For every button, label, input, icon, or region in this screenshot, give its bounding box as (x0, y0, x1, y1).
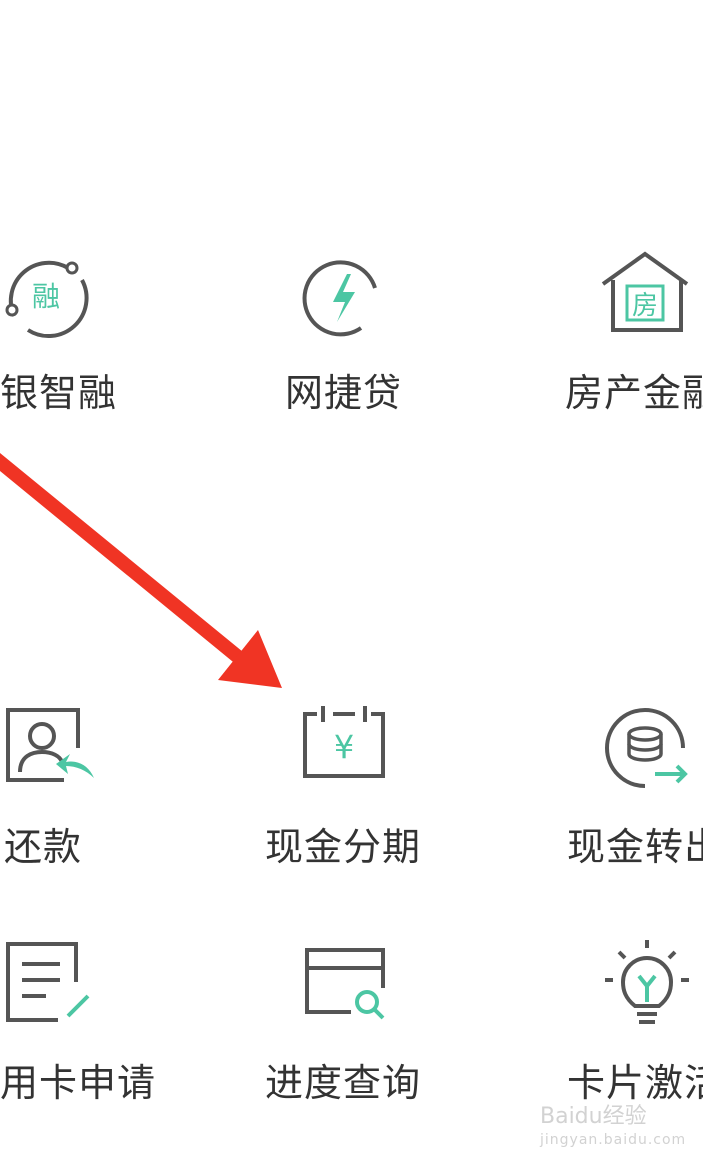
document-edit-icon (4, 940, 100, 1036)
menu-label: 还款 (4, 825, 83, 869)
watermark-brand: Baidu经验 (540, 1104, 647, 1129)
repay-user-icon (2, 704, 98, 800)
menu-item-huankuan[interactable]: 还款 (0, 704, 200, 924)
card-search-icon (301, 940, 397, 1036)
fang-glyph: 房 (632, 291, 658, 321)
menu-label: 现金分期 (265, 825, 422, 869)
lightning-circle-icon (297, 250, 393, 346)
menu-item-yinzhirong[interactable]: 融 银智融 (0, 250, 160, 470)
yuan-glyph: ¥ (334, 728, 354, 766)
rong-glyph: 融 (32, 280, 60, 313)
menu-item-xianjinfenqi[interactable]: ¥ 现金分期 (255, 704, 455, 924)
menu-item-wangjiedai[interactable]: 网捷贷 (245, 250, 445, 470)
menu-label: 现金转出 (567, 825, 703, 869)
menu-item-yongkashenqing[interactable]: 用卡申请 (0, 940, 162, 1160)
house-icon: 房 (597, 250, 693, 346)
menu-label: 进度查询 (265, 1061, 422, 1105)
menu-label: 房产金融 (565, 371, 703, 415)
menu-item-jinduchaxun[interactable]: 进度查询 (255, 940, 455, 1160)
menu-label: 用卡申请 (0, 1061, 157, 1105)
rong-cycle-icon: 融 (0, 250, 96, 346)
menu-label: 银智融 (0, 371, 118, 415)
menu-item-xianjinzhuanchu[interactable]: 现金转出 (567, 704, 703, 924)
watermark-url: jingyan.baidu.com (540, 1132, 687, 1148)
calendar-yuan-icon: ¥ (297, 704, 393, 800)
lightbulb-icon (601, 940, 697, 1036)
menu-label: 网捷贷 (285, 371, 403, 415)
menu-item-fangchanjinrong[interactable]: 房 房产金融 (565, 250, 703, 470)
coin-transfer-icon (601, 704, 697, 800)
